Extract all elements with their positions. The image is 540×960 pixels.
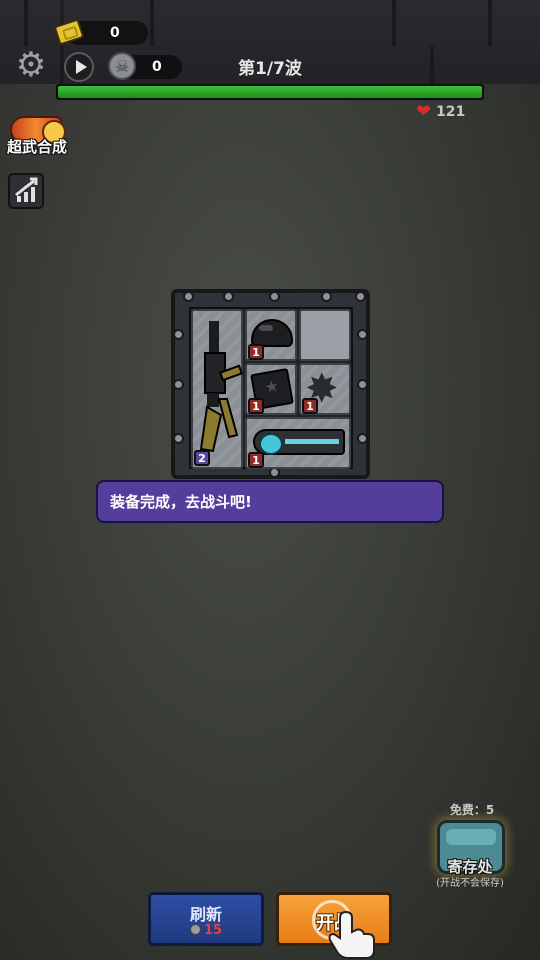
- superweapon-merge-label[interactable]: 超武合成: [2, 136, 72, 157]
- kill-count: 0: [152, 59, 162, 75]
- refresh-cost: 15: [151, 923, 261, 938]
- hp-value: 121: [436, 104, 466, 120]
- stats-upgrade-icon[interactable]: [8, 173, 44, 209]
- refresh-cost-value: 15: [203, 923, 223, 938]
- blaster-icon[interactable]: [253, 429, 345, 455]
- item-count-badge: 1: [302, 398, 318, 414]
- item-count-badge: 1: [248, 398, 264, 414]
- tutorial-dialog: 装备完成，去战斗吧!: [96, 480, 444, 523]
- ticket-count: 0: [110, 25, 120, 41]
- play-icon[interactable]: [64, 52, 94, 82]
- item-count-badge: 1: [248, 344, 264, 360]
- grid-cell-empty[interactable]: [299, 309, 351, 361]
- storage-note: (开战不会保存): [436, 878, 504, 889]
- storage-free-count: 免费：5: [449, 803, 495, 817]
- item-count-badge: 2: [194, 450, 210, 466]
- dialog-text: 装备完成，去战斗吧!: [110, 493, 252, 511]
- item-count-badge: 1: [248, 452, 264, 468]
- assault-rifle-icon[interactable]: [195, 319, 243, 459]
- coin-icon: [189, 924, 201, 935]
- heart-icon: ❤: [416, 101, 432, 122]
- tutorial-hand-icon: [328, 910, 375, 959]
- refresh-label: 刷新: [189, 905, 222, 924]
- refresh-button[interactable]: 刷新 15: [148, 892, 264, 946]
- skull-icon: ☠: [108, 52, 136, 80]
- wave-label: 第1/7波: [238, 59, 302, 79]
- backpack-inner: ✸ 2 1 1 1 1: [189, 307, 353, 469]
- gear-icon[interactable]: ⚙: [14, 48, 48, 82]
- wave-progress-bar: [56, 84, 484, 100]
- backpack-grid: ✸ 2 1 1 1 1: [171, 289, 370, 479]
- wave-progress-fill: [58, 86, 482, 98]
